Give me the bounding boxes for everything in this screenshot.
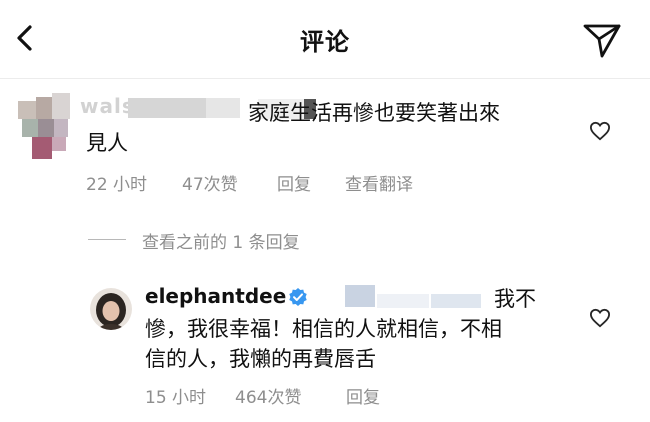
- heart-outline-icon[interactable]: [589, 308, 611, 328]
- reply-button[interactable]: 回复: [346, 383, 380, 408]
- avatar-pixelated[interactable]: [18, 93, 70, 159]
- comment-text-line: 見人: [86, 131, 128, 155]
- comment-text-line: 我不: [494, 287, 536, 311]
- paper-plane-icon[interactable]: [580, 20, 624, 60]
- page-title: 评论: [300, 28, 350, 56]
- header-bar: 评论: [0, 0, 650, 79]
- comment-timestamp: 22 小时: [86, 175, 148, 195]
- comment-timestamp: 15 小时: [145, 388, 207, 408]
- comment-text: 家庭生活再慘也要笑著出來 見人: [86, 98, 556, 158]
- reply-button[interactable]: 回复: [277, 170, 311, 195]
- translate-button[interactable]: 查看翻译: [345, 170, 413, 195]
- divider-line: [88, 239, 126, 240]
- comment-text-line: 信的人，我懶的再費唇舌: [145, 347, 376, 371]
- likes-count-button[interactable]: 47次赞: [182, 170, 238, 195]
- comment-text-line: 慘，我很幸福！相信的人就相信，不相: [145, 317, 502, 341]
- heart-outline-icon[interactable]: [589, 121, 611, 141]
- likes-count-button[interactable]: 464次赞: [235, 383, 301, 408]
- comment-text: 我不 慘，我很幸福！相信的人就相信，不相 信的人，我懶的再費唇舌: [145, 284, 565, 374]
- avatar[interactable]: [90, 288, 132, 330]
- comment-text-line: 家庭生活再慘也要笑著出來: [248, 101, 500, 125]
- view-previous-replies-label: 查看之前的 1 条回复: [142, 233, 300, 253]
